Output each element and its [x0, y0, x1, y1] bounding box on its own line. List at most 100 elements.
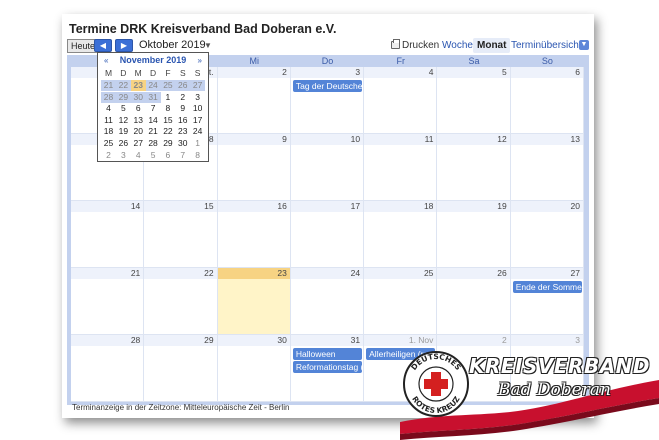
- day-cell[interactable]: 20: [510, 201, 584, 268]
- calendar-event[interactable]: Tag der Deutschen Einheit: [292, 80, 363, 92]
- mini-day[interactable]: 22: [115, 80, 131, 91]
- day-number[interactable]: 27: [571, 268, 580, 279]
- mini-day[interactable]: 28: [146, 138, 161, 149]
- day-number[interactable]: 5: [502, 67, 507, 78]
- tab-week[interactable]: Woche: [438, 38, 477, 53]
- mini-day[interactable]: 29: [160, 138, 175, 149]
- mini-next-button[interactable]: »: [198, 55, 202, 66]
- day-number[interactable]: 31: [351, 335, 360, 346]
- mini-day[interactable]: 21: [146, 126, 161, 137]
- day-number[interactable]: 2: [282, 67, 287, 78]
- mini-day[interactable]: 25: [101, 138, 116, 149]
- mini-day[interactable]: 17: [190, 115, 205, 126]
- tab-month[interactable]: Monat: [473, 38, 511, 53]
- day-cell[interactable]: 29: [144, 335, 218, 402]
- day-number[interactable]: 30: [277, 335, 286, 346]
- mini-day[interactable]: 2: [101, 150, 116, 161]
- day-cell[interactable]: 27: [510, 268, 584, 335]
- day-number[interactable]: 24: [351, 268, 360, 279]
- day-number[interactable]: 18: [424, 201, 433, 212]
- day-cell[interactable]: 13: [510, 134, 584, 201]
- day-number[interactable]: 4: [429, 67, 434, 78]
- day-cell[interactable]: 10: [290, 134, 365, 201]
- mini-day[interactable]: 8: [190, 150, 205, 161]
- day-cell[interactable]: 2: [217, 67, 291, 134]
- day-number[interactable]: 3: [355, 67, 360, 78]
- calendar-event[interactable]: Reformationstag (regional): [292, 361, 363, 373]
- mini-day[interactable]: 27: [190, 80, 206, 91]
- mini-day[interactable]: 5: [146, 150, 161, 161]
- day-number[interactable]: 13: [571, 134, 580, 145]
- print-button[interactable]: Drucken: [391, 39, 439, 52]
- day-cell[interactable]: 15: [144, 201, 218, 268]
- day-number[interactable]: 12: [497, 134, 506, 145]
- day-cell[interactable]: 11: [364, 134, 438, 201]
- day-number[interactable]: 1. Nov: [409, 335, 434, 346]
- day-cell[interactable]: 16: [217, 201, 291, 268]
- day-number[interactable]: 15: [204, 201, 213, 212]
- day-number[interactable]: 25: [424, 268, 433, 279]
- day-cell[interactable]: 26: [437, 268, 511, 335]
- mini-day[interactable]: 26: [175, 80, 191, 91]
- current-month-label[interactable]: Oktober 2019: [139, 39, 206, 52]
- day-number[interactable]: 21: [131, 268, 140, 279]
- next-month-button[interactable]: ▶: [115, 39, 133, 52]
- mini-day[interactable]: 7: [175, 150, 190, 161]
- mini-day[interactable]: 11: [101, 115, 116, 126]
- day-number[interactable]: 2: [502, 335, 507, 346]
- mini-day[interactable]: 10: [190, 103, 205, 114]
- day-cell[interactable]: 21: [71, 268, 145, 335]
- mini-day[interactable]: 31: [145, 91, 161, 103]
- day-number[interactable]: 20: [571, 201, 580, 212]
- mini-day[interactable]: 25: [160, 80, 176, 91]
- mini-day[interactable]: 3: [190, 92, 205, 103]
- mini-day[interactable]: 23: [130, 80, 146, 91]
- month-dropdown-icon[interactable]: ▼: [204, 39, 212, 52]
- calendar-event[interactable]: Ende der Sommerzeit: [512, 281, 582, 293]
- day-number[interactable]: 19: [497, 201, 506, 212]
- day-cell[interactable]: 5: [437, 67, 511, 134]
- mini-day[interactable]: 19: [116, 126, 131, 137]
- day-number[interactable]: 8: [209, 134, 214, 145]
- day-cell[interactable]: 25: [364, 268, 438, 335]
- day-number[interactable]: 22: [204, 268, 213, 279]
- tab-agenda[interactable]: Terminübersicht: [507, 38, 586, 53]
- day-cell[interactable]: 19: [437, 201, 511, 268]
- day-cell[interactable]: 14: [71, 201, 145, 268]
- day-number[interactable]: 17: [351, 201, 360, 212]
- mini-day[interactable]: 1: [160, 92, 175, 103]
- day-number[interactable]: 9: [282, 134, 287, 145]
- day-cell[interactable]: 23: [217, 268, 291, 335]
- mini-day[interactable]: 16: [175, 115, 190, 126]
- mini-day[interactable]: 4: [101, 103, 116, 114]
- day-number[interactable]: 11: [425, 134, 434, 145]
- day-cell[interactable]: 9: [217, 134, 291, 201]
- day-cell[interactable]: 6: [510, 67, 584, 134]
- mini-day[interactable]: 5: [116, 103, 131, 114]
- mini-day[interactable]: 18: [101, 126, 116, 137]
- day-cell[interactable]: 24: [290, 268, 365, 335]
- mini-day[interactable]: 21: [101, 80, 116, 91]
- mini-day[interactable]: 26: [116, 138, 131, 149]
- calendar-event[interactable]: Halloween: [292, 348, 363, 360]
- mini-day[interactable]: 20: [131, 126, 146, 137]
- mini-day[interactable]: 2: [175, 92, 190, 103]
- mini-day[interactable]: 13: [131, 115, 146, 126]
- day-cell[interactable]: 18: [364, 201, 438, 268]
- mini-day[interactable]: 9: [175, 103, 190, 114]
- day-cell[interactable]: 3: [290, 67, 365, 134]
- day-cell[interactable]: 12: [437, 134, 511, 201]
- day-number[interactable]: 23: [277, 268, 286, 279]
- day-cell[interactable]: 17: [290, 201, 365, 268]
- day-number[interactable]: 3: [575, 335, 580, 346]
- mini-day[interactable]: 15: [160, 115, 175, 126]
- day-number[interactable]: 26: [497, 268, 506, 279]
- day-cell[interactable]: 22: [144, 268, 218, 335]
- mini-day[interactable]: 6: [131, 103, 146, 114]
- day-number[interactable]: 29: [204, 335, 213, 346]
- mini-day[interactable]: 27: [131, 138, 146, 149]
- mini-prev-button[interactable]: «: [104, 55, 108, 66]
- day-number[interactable]: 16: [277, 201, 286, 212]
- mini-day[interactable]: 4: [131, 150, 146, 161]
- mini-day[interactable]: 30: [130, 91, 146, 103]
